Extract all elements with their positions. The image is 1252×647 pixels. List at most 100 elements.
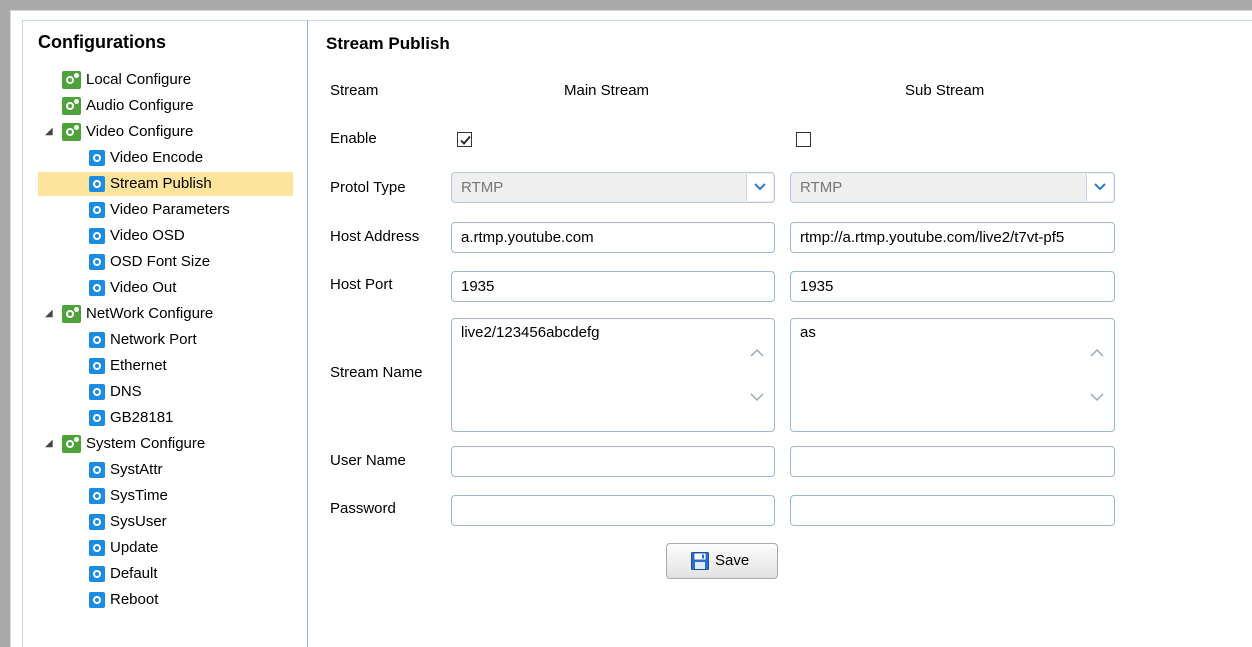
scroll-down-icon[interactable] [1090,392,1104,402]
sidebar-item-local-configure[interactable]: Local Configure [60,68,290,92]
sidebar-item-label: Reboot [110,591,159,608]
sidebar-item-network-port[interactable]: Network Port [87,328,293,352]
chevron-down-icon [754,183,766,191]
gear-icon [89,410,105,426]
sidebar-item-label: SystAttr [110,461,163,478]
save-button-label: Save [715,552,750,569]
gear-icon [89,176,105,192]
sidebar-item-dns[interactable]: DNS [87,380,293,404]
sidebar-item-label: Network Port [110,331,197,348]
gear-icon [62,123,81,141]
save-disk-icon [691,552,709,570]
sub-stream-name-textarea[interactable]: as [790,318,1115,432]
sidebar-item-label: Default [110,565,158,582]
sub-stream-name-value: as [800,324,816,341]
collapse-arrow-icon[interactable]: ◢ [45,302,55,326]
stream-label: Stream [330,82,379,99]
gear-icon [89,540,105,556]
sidebar-item-label: Video Out [110,279,177,296]
gear-icon [62,305,81,323]
gear-icon [89,384,105,400]
sidebar-item-ethernet[interactable]: Ethernet [87,354,293,378]
gear-icon [89,592,105,608]
scroll-down-icon[interactable] [750,392,764,402]
sidebar-item-systime[interactable]: SysTime [87,484,293,508]
scroll-up-icon[interactable] [750,348,764,358]
sidebar-item-label: OSD Font Size [110,253,211,270]
sub-stream-header: Sub Stream [905,82,985,99]
chevron-down-icon [1094,183,1106,191]
sidebar-item-audio-configure[interactable]: Audio Configure [60,94,290,118]
sidebar-item-default[interactable]: Default [87,562,293,586]
checkmark-icon [460,135,471,145]
dropdown-button[interactable] [1086,174,1113,201]
gear-icon [89,566,105,582]
gear-icon [89,254,105,270]
sub-stream-protocol-select[interactable]: RTMP [790,172,1115,203]
gear-icon [89,332,105,348]
host-port-label: Host Port [330,276,393,293]
sidebar-item-video-osd[interactable]: Video OSD [87,224,293,248]
gear-icon [89,488,105,504]
stream-name-label: Stream Name [330,364,423,381]
main-stream-name-textarea[interactable]: live2/123456abcdefg [451,318,775,432]
main-stream-password-input[interactable] [451,495,775,526]
sidebar-item-video-encode[interactable]: Video Encode [87,146,293,170]
sidebar-item-label: GB28181 [110,409,174,426]
sidebar-item-label: Ethernet [110,357,167,374]
enable-label: Enable [330,130,377,147]
sub-stream-password-input[interactable] [790,495,1115,526]
sidebar-item-label: NetWork Configure [86,305,214,322]
sidebar-item-label: Stream Publish [110,175,212,192]
sidebar-item-update[interactable]: Update [87,536,293,560]
sidebar-item-label: System Configure [86,435,206,452]
scroll-up-icon[interactable] [1090,348,1104,358]
sub-stream-host-port-input[interactable]: 1935 [790,271,1115,302]
sidebar-item-label: Audio Configure [86,97,194,114]
sub-stream-user-name-input[interactable] [790,446,1115,477]
main-stream-enable-checkbox[interactable] [457,132,472,147]
sidebar-item-sysuser[interactable]: SysUser [87,510,293,534]
sidebar-item-label: Update [110,539,159,556]
sidebar-item-system-configure[interactable]: ◢ System Configure [43,432,290,456]
gear-icon [89,228,105,244]
main-stream-header: Main Stream [564,82,650,99]
gear-icon [89,358,105,374]
collapse-arrow-icon[interactable]: ◢ [45,120,55,144]
sidebar-item-video-out[interactable]: Video Out [87,276,293,300]
main-stream-user-name-input[interactable] [451,446,775,477]
sidebar-item-gb28181[interactable]: GB28181 [87,406,293,430]
main-stream-protocol-value: RTMP [461,179,504,196]
main-stream-host-address-input[interactable]: a.rtmp.youtube.com [451,222,775,253]
sidebar-item-label: Local Configure [86,71,192,88]
sidebar-item-video-configure[interactable]: ◢ Video Configure [43,120,290,144]
sidebar-item-label: Video Encode [110,149,204,166]
gear-icon [89,150,105,166]
user-name-label: User Name [330,452,406,469]
main-stream-host-port-input[interactable]: 1935 [451,271,775,302]
window-left-border [0,0,10,647]
sidebar-item-reboot[interactable]: Reboot [87,588,293,612]
host-address-label: Host Address [330,228,420,245]
main-panel: Stream Publish Stream Main Stream Sub St… [308,20,1252,647]
sub-stream-host-address-input[interactable]: rtmp://a.rtmp.youtube.com/live2/t7vt-pf5 [790,222,1115,253]
sidebar-item-systattr[interactable]: SystAttr [87,458,293,482]
password-label: Password [330,500,396,517]
gear-icon [89,462,105,478]
sidebar-item-label: Video Configure [86,123,194,140]
main-stream-name-value: live2/123456abcdefg [461,324,600,341]
sidebar-item-network-configure[interactable]: ◢ NetWork Configure [43,302,290,326]
sidebar-title: Configurations [38,32,166,52]
main-stream-protocol-select[interactable]: RTMP [451,172,775,203]
collapse-arrow-icon[interactable]: ◢ [45,432,55,456]
sub-stream-enable-checkbox[interactable] [796,132,811,147]
sidebar-item-label: Video Parameters [110,201,230,218]
sidebar-item-stream-publish[interactable]: Stream Publish [38,172,293,196]
sidebar-item-osd-font-size[interactable]: OSD Font Size [87,250,293,274]
dropdown-button[interactable] [746,174,773,201]
sidebar-item-label: Video OSD [110,227,185,244]
save-button[interactable]: Save [666,543,778,579]
sidebar-item-video-parameters[interactable]: Video Parameters [87,198,293,222]
gear-icon [89,280,105,296]
protocol-type-label: Protol Type [330,179,406,196]
